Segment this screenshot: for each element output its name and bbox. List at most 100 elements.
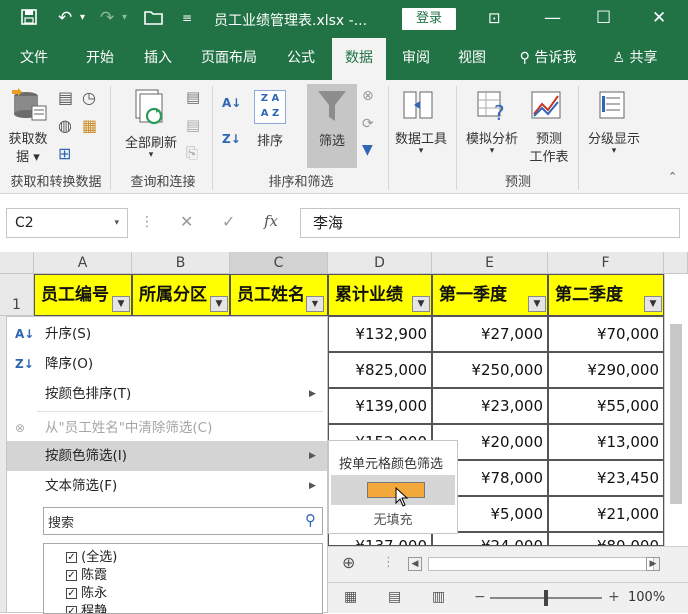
cell[interactable]: ¥23,450 — [548, 460, 664, 496]
recent-sources-icon[interactable]: ◷ — [82, 88, 96, 107]
ribbon-display-icon[interactable]: ⊡ — [488, 8, 501, 28]
checklist-item[interactable]: ✓ 程静 — [66, 600, 107, 613]
minimize-icon[interactable]: — — [544, 8, 561, 28]
zoom-level[interactable]: 100% — [628, 590, 665, 605]
refresh-all-icon[interactable] — [132, 88, 168, 126]
cell[interactable]: ¥27,000 — [432, 316, 548, 352]
scroll-left-icon[interactable]: ◀ — [408, 557, 422, 571]
tell-me-search[interactable]: ⚲ 告诉我 — [508, 38, 588, 80]
cell[interactable]: ¥80,000 — [548, 532, 664, 546]
forecast-sheet-label-2[interactable]: 工作表 — [524, 146, 574, 165]
checklist-item[interactable]: ✓ (全选) — [66, 546, 117, 565]
outline-dropdown-icon[interactable]: ▾ — [582, 146, 646, 156]
checkbox-checked-icon[interactable]: ✓ — [66, 552, 77, 563]
name-box[interactable]: C2 ▾ — [6, 208, 128, 238]
filter-funnel-icon[interactable] — [316, 88, 348, 124]
open-folder-icon[interactable] — [144, 8, 164, 31]
menu-item-sort-by-color[interactable]: 按颜色排序(T) ▶ — [7, 379, 327, 409]
search-icon[interactable]: ⚲ — [305, 511, 316, 529]
color-swatch-item[interactable] — [331, 475, 455, 507]
undo-dropdown-icon[interactable]: ▾ — [80, 8, 85, 28]
filter-label[interactable]: 筛选 — [307, 130, 357, 149]
checkbox-checked-icon[interactable]: ✓ — [66, 570, 77, 581]
filter-dropdown-icon[interactable]: ▼ — [528, 296, 546, 312]
tab-home[interactable]: 开始 — [74, 38, 126, 80]
sort-ascending-icon[interactable]: A↓ — [222, 96, 241, 110]
filter-dropdown-icon[interactable]: ▼ — [112, 296, 130, 312]
tab-data[interactable]: 数据 — [332, 38, 386, 80]
login-button[interactable]: 登录 — [402, 8, 456, 30]
filter-active-icon[interactable]: ▼ — [306, 296, 324, 312]
cell[interactable]: ¥250,000 — [432, 352, 548, 388]
no-fill-option[interactable]: 无填充 — [329, 509, 457, 528]
outline-label[interactable]: 分级显示 — [582, 128, 646, 147]
undo-icon[interactable]: ↶ — [58, 8, 72, 28]
col-header-a[interactable]: A — [34, 252, 132, 274]
cell[interactable]: ¥132,900 — [328, 316, 432, 352]
filter-dropdown-icon[interactable]: ▼ — [210, 296, 228, 312]
close-icon[interactable]: ✕ — [652, 8, 666, 28]
reapply-filter-icon[interactable]: ⟳ — [362, 116, 374, 132]
share-button[interactable]: ♙ 共享 — [602, 38, 668, 80]
formula-input[interactable]: 李海 — [300, 208, 680, 238]
tab-file[interactable]: 文件 — [10, 38, 58, 80]
scroll-right-icon[interactable]: ▶ — [646, 557, 660, 571]
checklist-item[interactable]: ✓ 陈永 — [66, 582, 107, 601]
get-data-label[interactable]: 获取数 — [4, 128, 52, 147]
insert-function-icon[interactable]: fx — [264, 212, 278, 230]
tab-page-layout[interactable]: 页面布局 — [196, 38, 262, 80]
get-data-label-2[interactable]: 据 ▾ — [4, 146, 52, 165]
select-all-corner[interactable] — [0, 252, 34, 274]
menu-item-sort-desc[interactable]: Z↓ 降序(O) — [7, 349, 327, 379]
checklist-item[interactable]: ✓ 陈霞 — [66, 564, 107, 583]
data-tools-label[interactable]: 数据工具 — [390, 128, 452, 147]
from-table-icon[interactable]: ⊞ — [58, 144, 71, 163]
cell[interactable]: ¥21,000 — [548, 496, 664, 532]
collapse-ribbon-icon[interactable]: ⌃ — [668, 170, 677, 183]
cancel-icon[interactable]: ✕ — [180, 212, 193, 231]
outline-icon[interactable] — [598, 90, 628, 122]
tab-formulas[interactable]: 公式 — [276, 38, 326, 80]
from-text-icon[interactable]: ▤ — [58, 88, 73, 107]
tab-view[interactable]: 视图 — [448, 38, 496, 80]
normal-view-icon[interactable]: ▦ — [344, 589, 357, 605]
zoom-out-icon[interactable]: − — [474, 589, 486, 605]
filter-dropdown-icon[interactable]: ▼ — [412, 296, 430, 312]
get-data-icon[interactable] — [8, 86, 48, 126]
advanced-filter-icon[interactable]: ▼ — [362, 142, 373, 158]
what-if-dropdown-icon[interactable]: ▾ — [460, 146, 524, 156]
maximize-icon[interactable]: ☐ — [596, 8, 611, 28]
col-header-f[interactable]: F — [548, 252, 664, 274]
customize-toolbar-icon[interactable]: ≡ — [182, 8, 192, 28]
from-web-icon[interactable]: ◍ — [58, 116, 72, 135]
checkbox-checked-icon[interactable]: ✓ — [66, 588, 77, 599]
col-header-b[interactable]: B — [132, 252, 230, 274]
scroll-thumb[interactable] — [670, 324, 682, 504]
data-tools-icon[interactable] — [402, 88, 434, 124]
cell[interactable]: ¥55,000 — [548, 388, 664, 424]
cell[interactable]: ¥137,000 — [328, 532, 432, 546]
col-header-e[interactable]: E — [432, 252, 548, 274]
menu-item-sort-asc[interactable]: A↓ 升序(S) — [7, 319, 327, 349]
existing-connections-icon[interactable]: ▦ — [82, 116, 97, 135]
tab-review[interactable]: 审阅 — [392, 38, 440, 80]
menu-item-filter-by-color[interactable]: 按颜色筛选(I) ▶ — [7, 441, 327, 471]
cell[interactable]: ¥290,000 — [548, 352, 664, 388]
sort-descending-icon[interactable]: Z↓ — [222, 132, 241, 146]
search-input[interactable]: 搜索 ⚲ — [43, 507, 323, 535]
menu-item-text-filter[interactable]: 文本筛选(F) ▶ — [7, 471, 327, 501]
filter-dropdown-icon[interactable]: ▼ — [644, 296, 662, 312]
cell[interactable]: ¥24,000 — [432, 532, 548, 546]
queries-connections-icon[interactable]: ▤ — [186, 88, 200, 106]
row-header-1[interactable]: 1 — [0, 274, 34, 316]
enter-icon[interactable]: ✓ — [222, 212, 235, 231]
col-header-d[interactable]: D — [328, 252, 432, 274]
what-if-label[interactable]: 模拟分析 — [460, 128, 524, 147]
tab-insert[interactable]: 插入 — [134, 38, 182, 80]
zoom-slider-thumb[interactable] — [544, 590, 548, 606]
cell[interactable]: ¥70,000 — [548, 316, 664, 352]
sort-button-label[interactable]: 排序 — [250, 130, 290, 149]
add-sheet-icon[interactable]: ⊕ — [342, 553, 355, 572]
page-layout-view-icon[interactable]: ▤ — [388, 589, 401, 605]
sort-dialog-icon[interactable]: Z AA Z — [254, 90, 286, 124]
